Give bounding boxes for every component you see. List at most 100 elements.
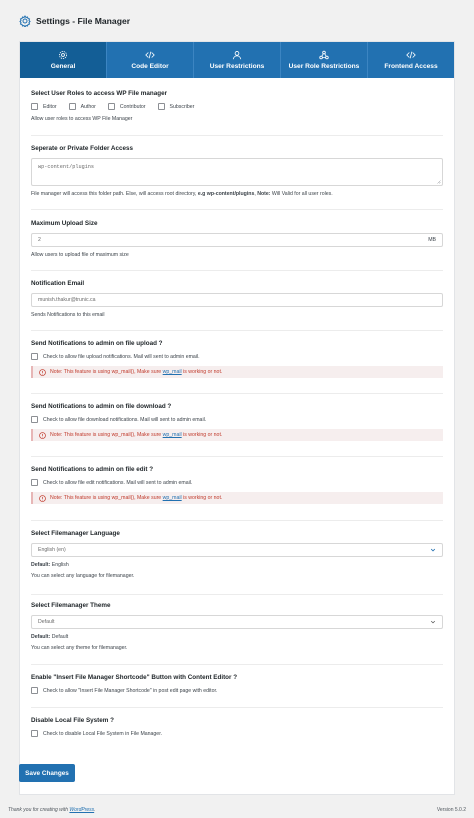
footer-version: Version 5.0.2: [436, 807, 466, 813]
section-title: Send Notifications to admin on file uplo…: [31, 340, 163, 347]
role-label: Subscriber: [169, 103, 195, 110]
section-title: Select Filemanager Language: [31, 530, 120, 537]
role-editor[interactable]: Editor: [31, 103, 57, 110]
tab-frontend-access[interactable]: Frontend Access: [368, 42, 454, 78]
section-title: Send Notifications to admin on file edit…: [31, 466, 154, 473]
folder-path-input[interactable]: wp-content/plugins: [31, 158, 443, 186]
tab-general[interactable]: General: [20, 42, 107, 78]
section-title: Select User Roles to access WP File mana…: [31, 90, 168, 97]
section-title: Select Filemanager Theme: [31, 602, 111, 609]
section-title: Seperate or Private Folder Access: [31, 145, 133, 152]
checkbox[interactable]: [68, 103, 76, 110]
download-notify-option[interactable]: Check to allow file download notificatio…: [31, 416, 443, 423]
settings-tabs: General Code Editor User Restrictions Us…: [20, 42, 454, 78]
shortcode-section: Enable "Insert File Manager Shortcode" B…: [31, 674, 443, 694]
tab-user-restrictions[interactable]: User Restrictions: [194, 42, 281, 78]
default-note: Default: English: [31, 562, 69, 568]
divider: [31, 135, 443, 136]
tab-code-editor[interactable]: Code Editor: [107, 42, 194, 78]
code-icon: [145, 51, 155, 59]
tab-label: Code Editor: [131, 63, 169, 70]
section-hint: You can select any theme for filemanager…: [31, 645, 128, 651]
option-label: Check to allow "Insert File Manager Shor…: [43, 687, 218, 694]
selected-value: English (en): [38, 547, 66, 553]
divider: [31, 707, 443, 708]
divider: [31, 270, 443, 271]
upload-size-value: 2: [38, 237, 41, 243]
user-roles-section: Select User Roles to access WP File mana…: [31, 90, 443, 122]
section-hint: Allow user roles to access WP File Manag…: [31, 116, 133, 122]
local-fs-option[interactable]: Check to disable Local File System in Fi…: [31, 730, 443, 737]
download-notify-section: Send Notifications to admin on file down…: [31, 403, 443, 441]
divider: [31, 664, 443, 665]
section-title: Notification Email: [31, 280, 85, 287]
page-header: Settings - File Manager: [19, 13, 130, 29]
section-hint: Sends Notifications to this email: [31, 312, 105, 318]
checkbox[interactable]: [107, 103, 115, 110]
section-hint: File manager will access this folder pat…: [31, 191, 333, 197]
checkbox[interactable]: [31, 687, 38, 694]
section-title: Send Notifications to admin on file down…: [31, 403, 172, 410]
wp-mail-link[interactable]: wp_mail: [163, 369, 182, 375]
note-text: Note: This feature is using wp_mail(), M…: [50, 432, 223, 438]
tab-user-role-restrictions[interactable]: User Role Restrictions: [281, 42, 368, 78]
option-label: Check to allow file download notificatio…: [43, 416, 207, 423]
language-select[interactable]: English (en): [31, 543, 443, 557]
edit-notify-option[interactable]: Check to allow file edit notifications. …: [31, 479, 443, 486]
option-label: Check to allow file edit notifications. …: [43, 479, 193, 486]
resize-handle-icon[interactable]: [436, 179, 441, 184]
code-icon: [406, 51, 416, 59]
checkbox[interactable]: [31, 479, 38, 486]
gear-icon: [59, 51, 67, 59]
role-contributor[interactable]: Contributor: [107, 103, 146, 110]
role-label: Author: [80, 103, 96, 110]
divider: [31, 393, 443, 394]
note-text: Note: This feature is using wp_mail(), M…: [50, 369, 223, 375]
settings-card: General Code Editor User Restrictions Us…: [19, 41, 455, 795]
section-title: Maximum Upload Size: [31, 220, 98, 227]
warning-icon: [39, 368, 46, 376]
divider: [31, 456, 443, 457]
page-title: Settings - File Manager: [36, 16, 131, 26]
email-value: munish.thakur@trunic.ca: [38, 297, 96, 303]
divider: [31, 209, 443, 210]
upload-size-section: Maximum Upload Size 2 MB Allow users to …: [31, 220, 443, 258]
chevron-down-icon: [430, 620, 436, 624]
tab-label: General: [50, 63, 76, 70]
save-button[interactable]: Save Changes: [19, 764, 75, 782]
role-subscriber[interactable]: Subscriber: [157, 103, 195, 110]
wp-mail-note: Note: This feature is using wp_mail(), M…: [31, 366, 443, 378]
checkbox[interactable]: [31, 103, 38, 110]
user-icon: [232, 51, 242, 60]
upload-notify-option[interactable]: Check to allow file upload notifications…: [31, 353, 443, 360]
wordpress-link[interactable]: WordPress: [69, 807, 94, 813]
notification-email-section: Notification Email munish.thakur@trunic.…: [31, 280, 443, 318]
section-title: Disable Local File System ?: [31, 717, 114, 724]
role-checkboxes: Editor Author Contributor Subscriber: [31, 103, 443, 110]
chevron-down-icon: [430, 548, 436, 552]
note-text: Note: This feature is using wp_mail(), M…: [50, 495, 223, 501]
option-label: Check to disable Local File System in Fi…: [43, 730, 163, 737]
email-field[interactable]: munish.thakur@trunic.ca: [31, 293, 443, 307]
wp-mail-link[interactable]: wp_mail: [163, 432, 182, 438]
wp-mail-note: Note: This feature is using wp_mail(), M…: [31, 492, 443, 504]
tab-label: User Role Restrictions: [288, 63, 360, 70]
upload-unit: MB: [428, 237, 436, 243]
role-author[interactable]: Author: [68, 103, 96, 110]
checkbox[interactable]: [157, 103, 165, 110]
tab-label: User Restrictions: [209, 63, 265, 70]
edit-notify-section: Send Notifications to admin on file edit…: [31, 466, 443, 504]
upload-size-input[interactable]: 2 MB: [31, 233, 443, 247]
checkbox[interactable]: [31, 730, 38, 737]
checkbox[interactable]: [31, 416, 38, 423]
role-label: Editor: [43, 103, 57, 110]
gear-icon: [19, 15, 31, 27]
section-hint: You can select any language for filemana…: [31, 573, 135, 579]
section-hint: Allow users to upload file of maximum si…: [31, 252, 129, 258]
wp-mail-link[interactable]: wp_mail: [163, 495, 182, 501]
language-section: Select Filemanager Language English (en)…: [31, 530, 443, 579]
checkbox[interactable]: [31, 353, 38, 360]
default-note: Default: Default: [31, 634, 69, 640]
theme-select[interactable]: Default: [31, 615, 443, 629]
shortcode-option[interactable]: Check to allow "Insert File Manager Shor…: [31, 687, 443, 694]
